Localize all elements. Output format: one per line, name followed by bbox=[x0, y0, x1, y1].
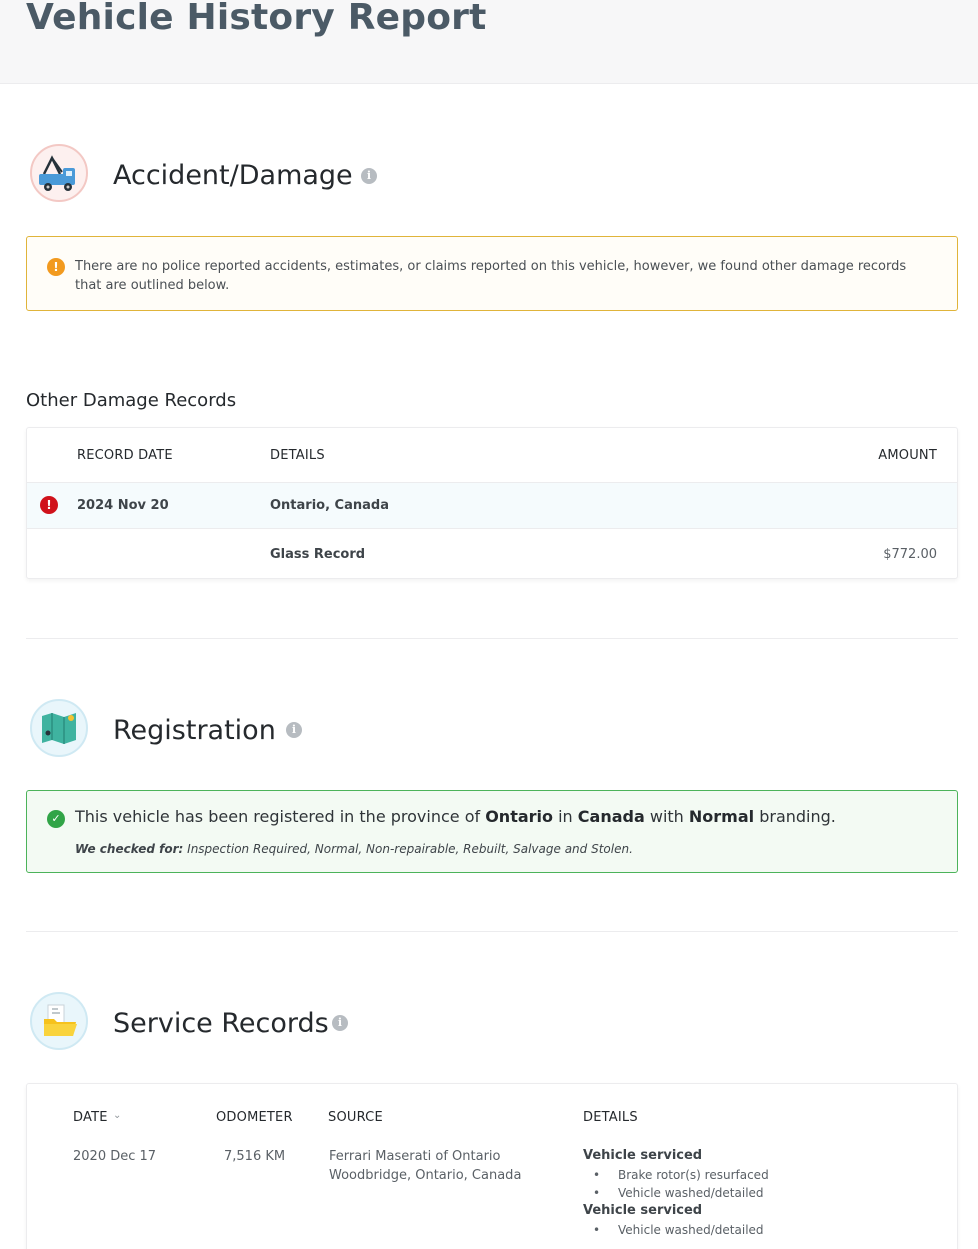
info-icon[interactable]: i bbox=[286, 722, 302, 738]
folder-icon bbox=[30, 992, 88, 1050]
service-detail-item: • Brake rotor(s) resurfaced bbox=[593, 1168, 769, 1182]
registration-text: with bbox=[644, 807, 689, 826]
registration-checked-for: We checked for: Inspection Required, Nor… bbox=[75, 842, 633, 856]
other-damage-heading: Other Damage Records bbox=[26, 390, 237, 411]
service-detail-item-text: Vehicle washed/detailed bbox=[618, 1186, 764, 1200]
column-header-odometer: ODOMETER bbox=[216, 1110, 293, 1125]
service-source-location: Woodbridge, Ontario, Canada bbox=[329, 1168, 522, 1183]
service-detail-title: Vehicle serviced bbox=[583, 1203, 703, 1218]
registration-section-title: Registration bbox=[113, 715, 276, 746]
accident-notice: ! There are no police reported accidents… bbox=[26, 236, 958, 311]
service-detail-item: • Vehicle washed/detailed bbox=[593, 1186, 764, 1200]
registration-notice: ✓ This vehicle has been registered in th… bbox=[26, 790, 958, 873]
service-records-table: DATE ⌄ ODOMETER SOURCE DETAILS 2020 Dec … bbox=[26, 1083, 958, 1249]
record-date: 2024 Nov 20 bbox=[77, 498, 169, 513]
accident-notice-text: There are no police reported accidents, … bbox=[75, 259, 907, 293]
service-odometer: 7,516 KM bbox=[224, 1149, 286, 1164]
checked-for-list: Inspection Required, Normal, Non-repaira… bbox=[183, 842, 633, 856]
column-header-amount: AMOUNT bbox=[878, 448, 937, 463]
registration-province: Ontario bbox=[485, 807, 554, 826]
registration-summary: This vehicle has been registered in the … bbox=[75, 807, 836, 826]
column-header-record-date: RECORD DATE bbox=[77, 448, 173, 463]
info-icon[interactable]: i bbox=[332, 1015, 348, 1031]
checked-for-label: We checked for: bbox=[75, 842, 184, 856]
column-header-date[interactable]: DATE bbox=[73, 1110, 108, 1125]
registration-text: This vehicle has been registered in the … bbox=[75, 807, 486, 826]
section-divider bbox=[26, 931, 958, 932]
registration-text: branding. bbox=[754, 807, 836, 826]
service-section-title: Service Records bbox=[113, 1008, 329, 1039]
accident-section-title: Accident/Damage bbox=[113, 160, 353, 191]
damage-records-table: RECORD DATE DETAILS AMOUNT ! 2024 Nov 20… bbox=[26, 427, 958, 579]
map-icon bbox=[30, 699, 88, 757]
service-detail-item-text: Brake rotor(s) resurfaced bbox=[618, 1168, 769, 1182]
record-item: Glass Record bbox=[270, 547, 366, 562]
column-header-details: DETAILS bbox=[270, 448, 325, 463]
check-icon: ✓ bbox=[47, 810, 65, 828]
section-divider bbox=[26, 638, 958, 639]
record-amount: $772.00 bbox=[883, 547, 937, 562]
tow-truck-icon bbox=[30, 144, 88, 202]
report-header: Vehicle History Report bbox=[0, 0, 978, 84]
page-title: Vehicle History Report bbox=[26, 0, 487, 38]
column-header-source: SOURCE bbox=[328, 1110, 383, 1125]
record-location: Ontario, Canada bbox=[270, 498, 389, 513]
service-date: 2020 Dec 17 bbox=[73, 1149, 157, 1164]
info-icon[interactable]: i bbox=[361, 168, 377, 184]
service-detail-title: Vehicle serviced bbox=[583, 1148, 703, 1163]
column-header-details: DETAILS bbox=[583, 1110, 638, 1125]
chevron-down-icon[interactable]: ⌄ bbox=[113, 1110, 121, 1121]
service-detail-item-text: Vehicle washed/detailed bbox=[618, 1223, 764, 1237]
warning-icon: ! bbox=[47, 258, 65, 276]
registration-branding: Normal bbox=[688, 807, 755, 826]
registration-country: Canada bbox=[577, 807, 645, 826]
registration-text: in bbox=[553, 807, 578, 826]
service-source-name: Ferrari Maserati of Ontario bbox=[329, 1149, 501, 1164]
service-detail-item: • Vehicle washed/detailed bbox=[593, 1223, 764, 1237]
error-icon: ! bbox=[40, 496, 58, 514]
